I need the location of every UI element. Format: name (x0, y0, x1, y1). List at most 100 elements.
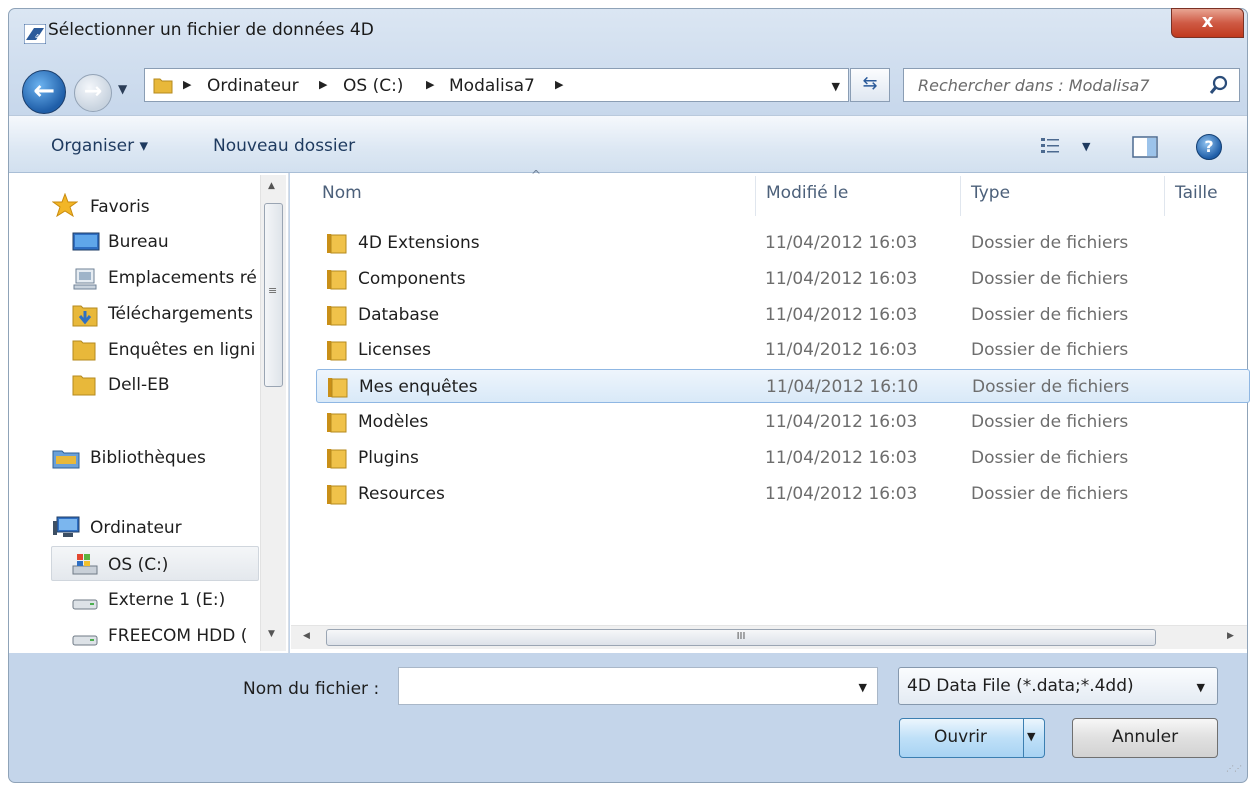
scroll-up-arrow[interactable]: ▲ (268, 181, 275, 191)
back-button[interactable]: ← (22, 70, 66, 114)
sidebar-item-bureau[interactable]: Bureau (108, 232, 169, 252)
breadcrumb-separator[interactable]: ▶ (319, 78, 327, 91)
file-modified: 11/04/2012 16:03 (765, 484, 918, 504)
svg-text:4D: 4D (35, 33, 45, 41)
column-divider[interactable] (1164, 176, 1165, 216)
arrow-right-icon: → (83, 79, 103, 104)
column-header-modified[interactable]: Modifié le (766, 183, 848, 203)
close-button[interactable]: x (1171, 8, 1244, 38)
table-row[interactable]: Modèles 11/04/2012 16:03 Dossier de fichie… (316, 405, 1250, 439)
folder-icon (328, 378, 348, 398)
help-icon[interactable]: ? (1196, 134, 1222, 160)
table-row[interactable]: Components 11/04/2012 16:03 Dossier de fic… (316, 262, 1250, 296)
breadcrumb-modalisa7[interactable]: Modalisa7 (449, 76, 535, 96)
sidebar-item-enquetes[interactable]: Enquêtes en ligni (108, 340, 255, 360)
cancel-button[interactable]: Annuler (1072, 718, 1218, 758)
system-drive-icon (72, 554, 98, 575)
file-name: Database (358, 305, 440, 325)
breadcrumb-separator[interactable]: ▶ (426, 78, 434, 91)
search-input[interactable]: Rechercher dans : Modalisa7 (903, 68, 1240, 102)
table-row[interactable]: Plugins 11/04/2012 16:03 Dossier de fichie… (316, 441, 1250, 475)
network-places-icon (73, 268, 97, 290)
sidebar-item-externe[interactable]: Externe 1 (E:) (108, 590, 225, 610)
organise-menu[interactable]: Organiser ▾ (51, 136, 148, 156)
drive-icon (72, 635, 98, 646)
folder-icon (327, 485, 347, 505)
downloads-icon (72, 305, 98, 327)
sidebar-item-os-c[interactable]: OS (C:) (108, 555, 168, 575)
file-type: Dossier de fichiers (971, 340, 1129, 360)
scroll-right-arrow[interactable]: ▶ (1227, 631, 1234, 641)
column-header-size[interactable]: Taille (1175, 183, 1218, 203)
column-divider[interactable] (755, 176, 756, 216)
file-name: Components (358, 269, 466, 289)
refresh-icon: ⇆ (862, 73, 878, 94)
open-button[interactable]: Ouvrir ▼ (899, 718, 1045, 758)
scroll-left-arrow[interactable]: ◀ (303, 631, 310, 641)
refresh-button[interactable]: ⇆ (850, 68, 890, 102)
folder-icon (327, 234, 347, 254)
sidebar-item-emplacements[interactable]: Emplacements ré (108, 268, 257, 288)
star-icon (52, 193, 78, 217)
sidebar-computer[interactable]: Ordinateur (90, 518, 182, 538)
address-bar[interactable]: ▶ Ordinateur ▶ OS (C:) ▶ Modalisa7 ▶ ▼ (144, 68, 849, 102)
column-header-type[interactable]: Type (971, 183, 1010, 203)
file-modified: 11/04/2012 16:03 (765, 412, 918, 432)
filename-input[interactable]: ▼ (398, 667, 878, 705)
file-name: 4D Extensions (358, 233, 480, 253)
new-folder-button[interactable]: Nouveau dossier (213, 136, 355, 156)
sidebar-libraries[interactable]: Bibliothèques (90, 448, 206, 468)
filetype-value: 4D Data File (*.data;*.4dd) (907, 676, 1134, 696)
command-toolbar: Organiser ▾ Nouveau dossier (9, 115, 1247, 173)
sidebar-item-freecom[interactable]: FREECOM HDD ( (108, 626, 247, 646)
forward-button[interactable]: → (74, 74, 112, 112)
view-dropdown[interactable]: ▼ (1082, 140, 1090, 153)
horizontal-scrollbar[interactable]: ◀ III ▶ (291, 625, 1247, 649)
search-icon[interactable] (1209, 75, 1229, 95)
file-type: Dossier de fichiers (971, 484, 1129, 504)
address-dropdown[interactable]: ▼ (832, 80, 840, 93)
filename-dropdown[interactable]: ▼ (859, 681, 867, 694)
folder-icon (327, 270, 347, 290)
drive-icon (72, 599, 98, 610)
preview-pane-icon[interactable] (1132, 136, 1158, 158)
file-modified: 11/04/2012 16:03 (765, 233, 918, 253)
sidebar-favorites[interactable]: Favoris (90, 197, 150, 217)
window-title: Sélectionner un fichier de données 4D (48, 20, 374, 40)
file-modified: 11/04/2012 16:03 (765, 305, 918, 325)
resize-grip-icon[interactable]: ⋰⋰ (1226, 764, 1242, 773)
sidebar-item-telechargements[interactable]: Téléchargements (108, 304, 253, 324)
file-type: Dossier de fichiers (971, 412, 1129, 432)
table-row[interactable]: 4D Extensions 11/04/2012 16:03 Dossier de … (316, 226, 1250, 260)
history-dropdown[interactable]: ▼ (118, 82, 127, 96)
desktop-icon (72, 232, 100, 251)
file-modified: 11/04/2012 16:03 (765, 269, 918, 289)
filetype-select[interactable]: 4D Data File (*.data;*.4dd) ▼ (898, 667, 1218, 705)
table-row[interactable]: Mes enquêtes 11/04/2012 16:10 Dossier de f… (316, 369, 1250, 403)
column-header-name[interactable]: Nom (322, 183, 362, 203)
file-type: Dossier de fichiers (971, 448, 1129, 468)
sidebar-scrollbar[interactable]: ▲ ≡ ▼ (260, 175, 286, 651)
open-dropdown-arrow[interactable]: ▼ (1027, 719, 1035, 755)
app-4d-icon: 4D (24, 24, 46, 44)
file-name: Resources (358, 484, 445, 504)
table-row[interactable]: Database 11/04/2012 16:03 Dossier de fichi… (316, 298, 1250, 332)
folder-icon (327, 449, 347, 469)
sidebar-scroll-thumb[interactable]: ≡ (264, 203, 283, 387)
sidebar-item-dell-eb[interactable]: Dell-EB (108, 375, 170, 395)
column-divider[interactable] (960, 176, 961, 216)
file-name: Mes enquêtes (359, 377, 478, 397)
breadcrumb-os-c[interactable]: OS (C:) (343, 76, 403, 96)
file-type: Dossier de fichiers (971, 233, 1129, 253)
view-list-icon[interactable] (1041, 137, 1061, 155)
table-row[interactable]: Resources 11/04/2012 16:03 Dossier de fich… (316, 477, 1250, 511)
table-row[interactable]: Licenses 11/04/2012 16:03 Dossier de fichi… (316, 333, 1250, 367)
folder-icon (327, 413, 347, 433)
breadcrumb-separator[interactable]: ▶ (555, 78, 563, 91)
breadcrumb-ordinateur[interactable]: Ordinateur (207, 76, 299, 96)
filetype-dropdown[interactable]: ▼ (1197, 681, 1205, 694)
scroll-down-arrow[interactable]: ▼ (268, 629, 275, 639)
horizontal-scroll-thumb[interactable]: III (326, 629, 1156, 646)
search-placeholder: Rechercher dans : Modalisa7 (918, 76, 1150, 95)
breadcrumb-separator[interactable]: ▶ (183, 78, 191, 91)
